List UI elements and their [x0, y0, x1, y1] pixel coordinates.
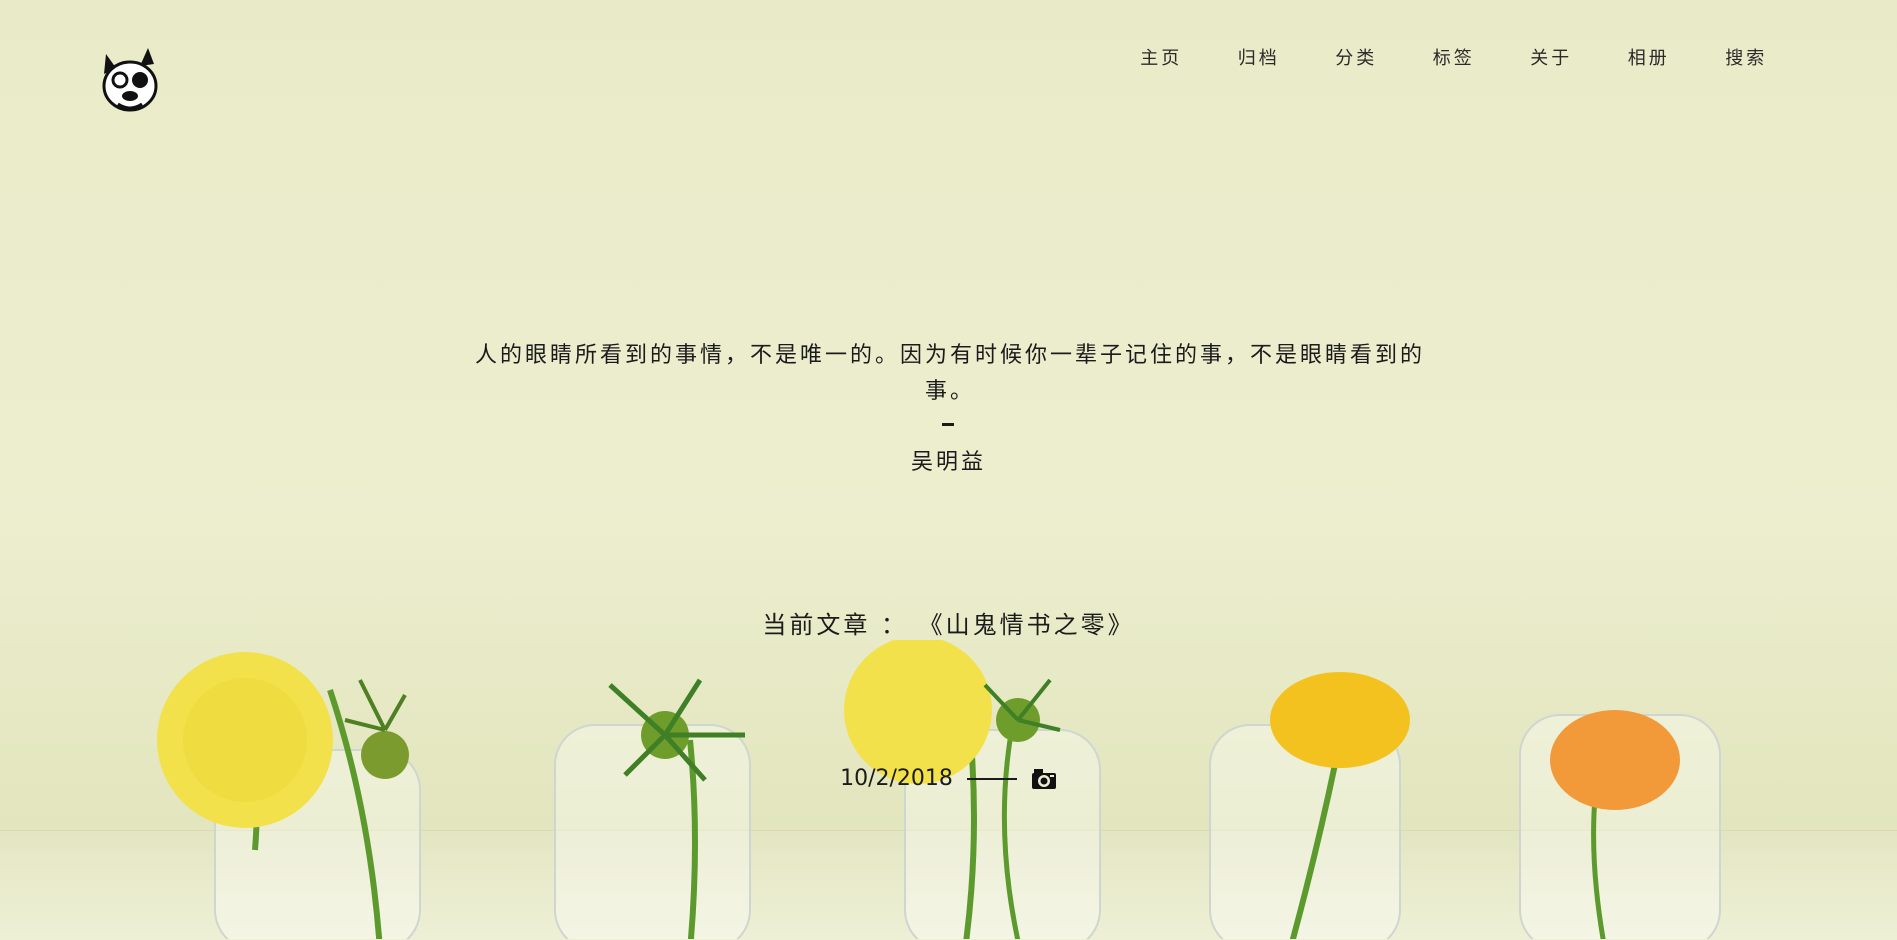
current-article: 当前文章 ： 《山鬼情书之零》 [0, 605, 1897, 640]
nav-item-tags[interactable]: 标签 [1405, 44, 1503, 70]
nav-item-about[interactable]: 关于 [1503, 44, 1601, 70]
nav-item-album[interactable]: 相册 [1600, 44, 1698, 70]
top-nav: 主页 归档 分类 标签 关于 相册 搜索 [1113, 44, 1796, 70]
quote-text: 人的眼睛所看到的事情，不是唯一的。因为有时候你一辈子记住的事，不是眼睛看到的事。 [474, 343, 1425, 404]
nav-item-home[interactable]: 主页 [1113, 44, 1211, 70]
meta-separator [966, 777, 1017, 780]
current-article-title: 《山鬼情书之零》 [918, 611, 1135, 639]
vase-4 [1209, 672, 1410, 939]
nav-item-search[interactable]: 搜索 [1698, 44, 1796, 70]
post-date: 10/2/2018 [840, 766, 953, 791]
camera-icon[interactable] [1031, 768, 1057, 790]
vase-2 [554, 678, 751, 939]
vase-5 [1519, 710, 1721, 939]
nav-item-categories[interactable]: 分类 [1308, 44, 1406, 70]
dog-face-icon[interactable] [96, 46, 168, 118]
vase-1 [157, 652, 421, 939]
current-article-prefix: 当前文章 ： [762, 611, 908, 639]
quote-author: 吴明益 [910, 450, 986, 475]
quote-divider [942, 423, 954, 426]
post-meta: 10/2/2018 [0, 766, 1897, 791]
nav-item-archive[interactable]: 归档 [1210, 44, 1308, 70]
